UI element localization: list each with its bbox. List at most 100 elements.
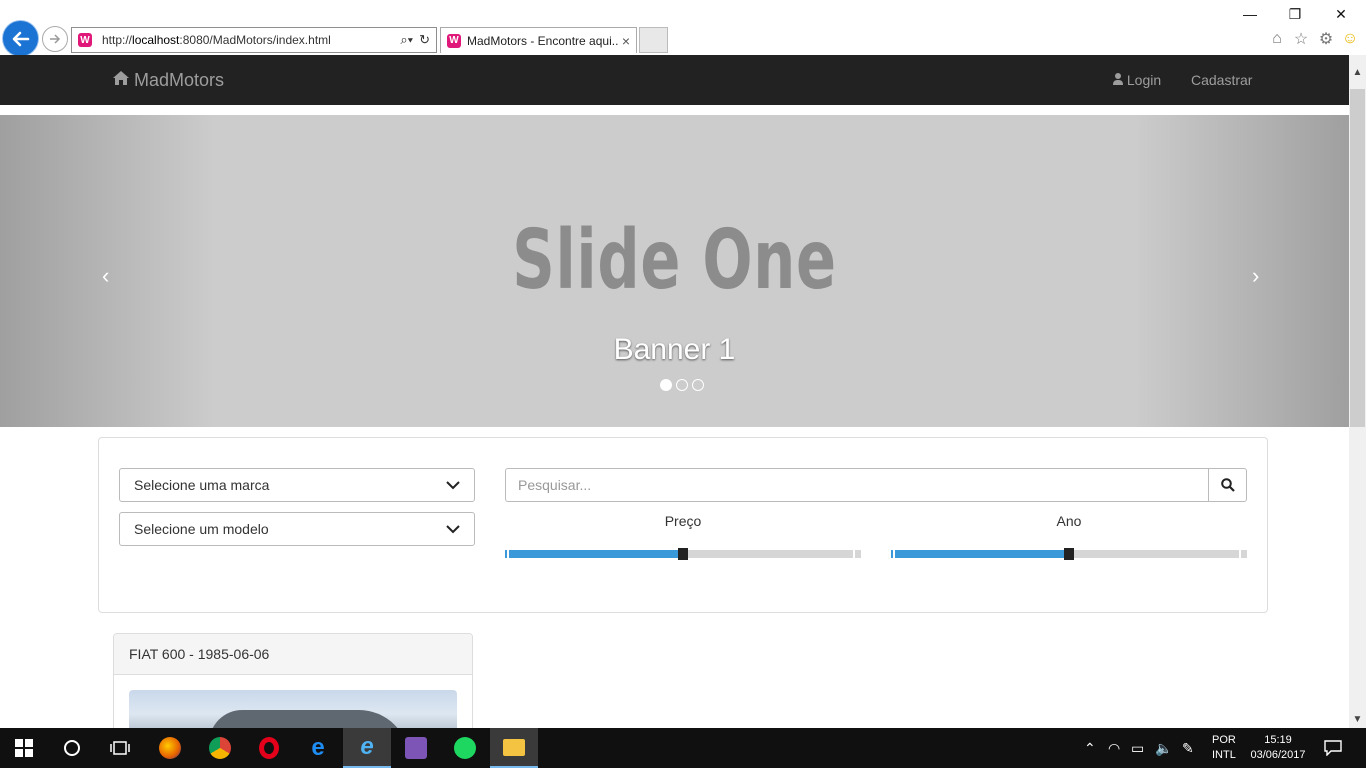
address-bar[interactable]: W http://localhost:8080/MadMotors/index.… xyxy=(71,27,437,53)
clock-time: 15:19 xyxy=(1264,734,1292,746)
gear-icon[interactable]: ⚙ xyxy=(1316,29,1336,49)
opera-app[interactable] xyxy=(245,728,293,768)
browser-chrome: W http://localhost:8080/MadMotors/index.… xyxy=(0,0,1366,56)
filter-panel: Selecione uma marca Selecione um modelo … xyxy=(98,437,1268,613)
brand-select[interactable]: Selecione uma marca xyxy=(119,468,475,502)
scroll-thumb[interactable] xyxy=(1350,89,1365,427)
home-icon[interactable]: ⌂ xyxy=(1267,29,1287,49)
carousel-prev-button[interactable]: ‹ xyxy=(102,263,109,289)
login-link[interactable]: Login xyxy=(1113,72,1161,88)
brand-select-value: Selecione uma marca xyxy=(134,477,270,493)
search-icon xyxy=(1220,478,1235,492)
new-tab-button[interactable] xyxy=(639,27,668,53)
carousel-shade-right xyxy=(1134,115,1349,427)
price-slider[interactable] xyxy=(505,548,861,560)
web-page: MadMotors Login Cadastrar Slide One Bann… xyxy=(0,55,1349,728)
register-link[interactable]: Cadastrar xyxy=(1191,72,1252,88)
close-window-button[interactable]: ✕ xyxy=(1329,4,1353,24)
arrow-left-icon xyxy=(12,31,29,46)
chrome-icon xyxy=(209,737,231,759)
car-shape xyxy=(209,710,409,728)
price-label: Preço xyxy=(664,513,702,529)
slider-fill xyxy=(891,550,1069,558)
folder-icon xyxy=(503,738,525,756)
year-label: Ano xyxy=(1056,513,1082,529)
login-label: Login xyxy=(1126,72,1162,88)
model-select[interactable]: Selecione um modelo xyxy=(119,512,475,546)
tab-close-icon[interactable]: × xyxy=(622,33,630,49)
battery-icon[interactable]: ▭ xyxy=(1131,740,1144,757)
slider-handle[interactable] xyxy=(678,548,688,560)
opera-icon xyxy=(259,737,279,759)
firefox-icon xyxy=(159,737,181,759)
carousel-indicator[interactable] xyxy=(676,379,688,391)
task-view-button[interactable] xyxy=(96,728,144,768)
pen-icon[interactable]: ✎ xyxy=(1182,740,1194,757)
smiley-icon[interactable]: ☺ xyxy=(1340,29,1360,49)
home-icon xyxy=(113,71,129,90)
edge-app[interactable]: e xyxy=(294,728,342,768)
spotify-icon xyxy=(454,737,476,759)
chrome-app[interactable] xyxy=(196,728,244,768)
forward-button[interactable] xyxy=(42,26,68,52)
restore-button[interactable]: ❐ xyxy=(1283,4,1307,24)
tab-favicon-icon: W xyxy=(447,33,461,48)
firefox-app[interactable] xyxy=(146,728,194,768)
tray-chevron-up-icon[interactable]: ⌃ xyxy=(1084,740,1096,757)
keyboard-layout: INTL xyxy=(1212,749,1236,761)
search-input[interactable] xyxy=(505,468,1208,502)
clock-date: 03/06/2017 xyxy=(1250,749,1306,761)
back-button[interactable] xyxy=(3,21,38,56)
banner-carousel: Slide One Banner 1 ‹ › xyxy=(0,115,1349,427)
url-text[interactable]: http://localhost:8080/MadMotors/index.ht… xyxy=(102,33,394,47)
search-dropdown-icon[interactable]: ⌕▾ xyxy=(400,32,413,48)
notifications-icon[interactable] xyxy=(1324,740,1342,759)
page-scrollbar[interactable]: ▲ ▼ xyxy=(1349,55,1366,728)
network-icon[interactable]: ◠ xyxy=(1108,740,1120,757)
brand-label: MadMotors xyxy=(134,70,225,90)
start-button[interactable] xyxy=(0,728,48,768)
scroll-up-arrow-icon[interactable]: ▲ xyxy=(1349,55,1366,89)
volume-icon[interactable]: 🔈 xyxy=(1155,740,1172,757)
windows-logo-icon xyxy=(15,739,33,757)
slider-min-cap xyxy=(893,550,895,558)
system-clock[interactable]: 15:19 03/06/2017 xyxy=(1248,733,1308,763)
tab-madmotors[interactable]: W MadMotors - Encontre aqui... × xyxy=(440,27,637,53)
internet-explorer-icon: e xyxy=(360,733,374,760)
cortana-button[interactable] xyxy=(48,728,96,768)
site-favicon-icon: W xyxy=(78,33,92,47)
carousel-indicator[interactable] xyxy=(692,379,704,391)
slider-handle[interactable] xyxy=(1064,548,1074,560)
windows-taskbar: e e ⌃ ◠ ▭ 🔈 ✎ POR INTL 15:19 03/06/2017 xyxy=(0,728,1366,768)
edge-icon: e xyxy=(311,734,325,761)
chevron-down-icon xyxy=(446,521,460,537)
slider-max-cap xyxy=(853,550,855,558)
carousel-indicator[interactable] xyxy=(660,379,672,391)
year-slider[interactable] xyxy=(891,548,1247,560)
slide-title: Slide One xyxy=(512,213,837,308)
vehicle-card[interactable]: FIAT 600 - 1985-06-06 xyxy=(113,633,473,728)
visual-studio-app[interactable] xyxy=(392,728,440,768)
model-select-value: Selecione um modelo xyxy=(134,521,269,537)
search-button[interactable] xyxy=(1208,468,1247,502)
slide-caption: Banner 1 xyxy=(613,333,736,366)
chevron-down-icon xyxy=(446,477,460,493)
slider-max-cap xyxy=(1239,550,1241,558)
carousel-indicators xyxy=(660,379,704,391)
task-view-icon xyxy=(110,741,130,755)
file-explorer-app[interactable] xyxy=(490,728,538,768)
slider-min-cap xyxy=(507,550,509,558)
minimize-button[interactable]: — xyxy=(1238,4,1262,24)
spotify-app[interactable] xyxy=(441,728,489,768)
star-icon[interactable]: ☆ xyxy=(1291,29,1311,49)
language-indicator[interactable]: POR INTL xyxy=(1212,733,1236,763)
cortana-circle-icon xyxy=(64,740,80,756)
carousel-next-button[interactable]: › xyxy=(1252,263,1259,289)
slider-fill xyxy=(505,550,683,558)
language-code: POR xyxy=(1212,734,1236,746)
refresh-icon[interactable]: ↻ xyxy=(419,32,430,48)
internet-explorer-app[interactable]: e xyxy=(343,728,391,768)
vehicle-photo[interactable] xyxy=(129,690,457,728)
brand-link[interactable]: MadMotors xyxy=(113,70,224,91)
scroll-down-arrow-icon[interactable]: ▼ xyxy=(1349,711,1366,728)
